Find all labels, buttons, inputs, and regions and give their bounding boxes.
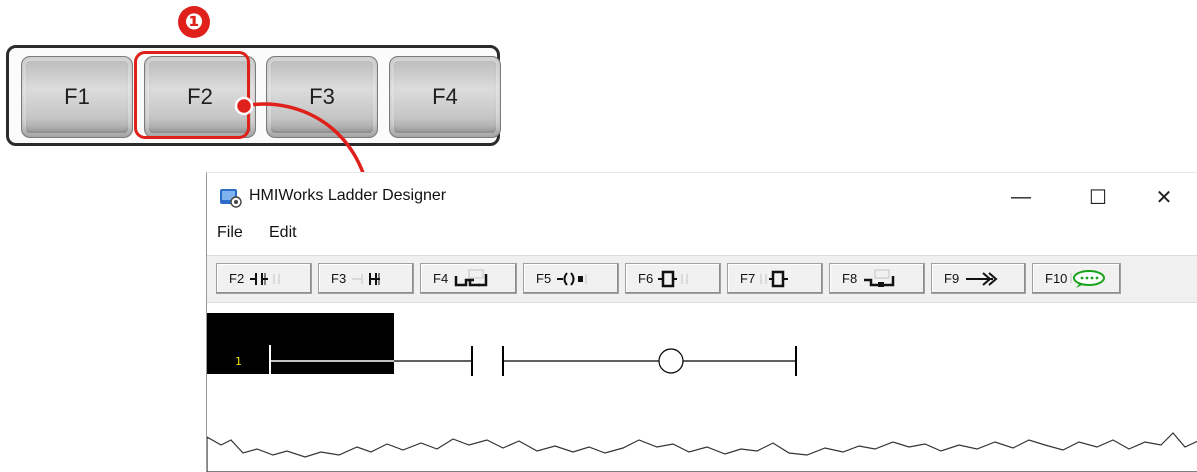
branch-icon (454, 268, 488, 286)
toolbar-f2-label: F2 (229, 271, 245, 286)
coil-icon (557, 271, 587, 286)
toolbar-f3-button[interactable]: F3 (318, 263, 414, 294)
key-f2-highlight (134, 51, 250, 139)
toolbar-f6-label: F6 (638, 271, 654, 286)
step-badge: ❶ (178, 6, 210, 38)
key-f1[interactable]: F1 (21, 56, 133, 138)
coil-symbol (658, 348, 684, 374)
toolbar-f7-button[interactable]: F7 (727, 263, 823, 294)
toolbar-f3-label: F3 (331, 271, 347, 286)
maximize-button[interactable]: ☐ (1075, 179, 1121, 215)
block-right-icon (760, 270, 789, 287)
minimize-button[interactable]: — (998, 179, 1044, 215)
menu-file[interactable]: File (217, 224, 243, 242)
toolbar-f5-button[interactable]: F5 (523, 263, 619, 294)
app-icon (220, 189, 242, 208)
window-title: HMIWorks Ladder Designer (249, 187, 447, 204)
toolbar-f8-label: F8 (842, 271, 858, 286)
toolbar-f7-label: F7 (740, 271, 756, 286)
double-arrow-icon (966, 271, 998, 286)
toolbar-f6-button[interactable]: F6 (625, 263, 721, 294)
toolbar-f10-label: F10 (1045, 271, 1068, 286)
toolbar: F2 F3 F4 F5 F6 F7 F8 F9 F10 (207, 255, 1197, 303)
ladder-designer-window: HMIWorks Ladder Designer — ☐ ✕ File Edit… (206, 172, 1197, 472)
toolbar-f9-button[interactable]: F9 (931, 263, 1026, 294)
comment-icon (1070, 269, 1106, 288)
menu-bar: File Edit (207, 221, 1197, 247)
key-f4[interactable]: F4 (389, 56, 501, 138)
close-button[interactable]: ✕ (1141, 179, 1187, 215)
toolbar-f4-label: F4 (433, 271, 449, 286)
contact-no-icon (250, 272, 280, 285)
toolbar-f10-button[interactable]: F10 (1032, 263, 1121, 294)
branch-close-icon (864, 268, 895, 287)
toolbar-f4-button[interactable]: F4 (420, 263, 517, 294)
torn-edge (207, 432, 1197, 472)
menu-edit[interactable]: Edit (269, 224, 297, 242)
toolbar-f2-button[interactable]: F2 (216, 263, 312, 294)
key-f3[interactable]: F3 (266, 56, 378, 138)
title-bar: HMIWorks Ladder Designer — ☐ ✕ (207, 173, 1197, 219)
function-key-strip: F1 F2 F3 F4 (6, 45, 501, 146)
toolbar-f5-label: F5 (536, 271, 552, 286)
toolbar-f9-label: F9 (944, 271, 960, 286)
block-icon (658, 270, 688, 287)
contact-nc-icon (352, 272, 381, 285)
toolbar-f8-button[interactable]: F8 (829, 263, 925, 294)
